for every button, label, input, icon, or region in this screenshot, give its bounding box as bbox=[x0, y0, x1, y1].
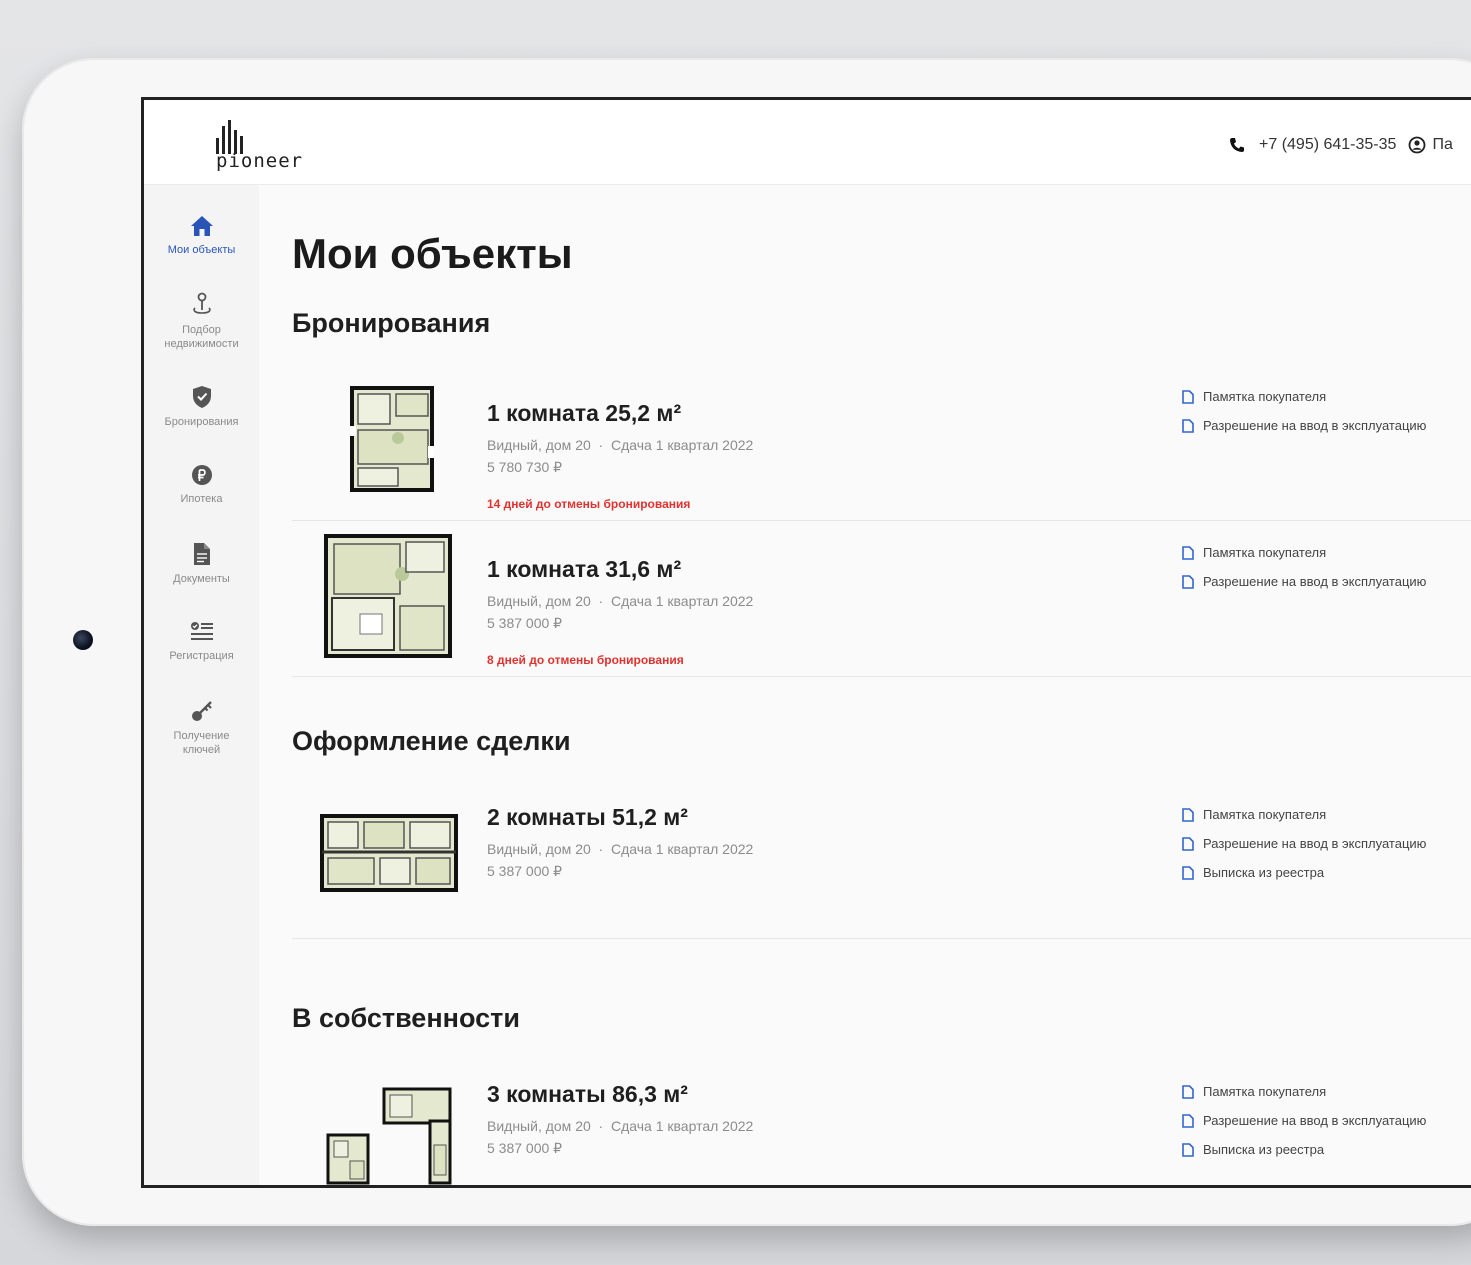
logo-bars-icon bbox=[216, 120, 243, 154]
shield-check-icon bbox=[192, 386, 211, 408]
sidebar-item-my-objects[interactable]: Мои объекты bbox=[144, 215, 259, 257]
doc-link-label: Разрешение на ввод в эксплуатацию bbox=[1203, 574, 1427, 589]
document-icon bbox=[193, 543, 210, 565]
doc-link[interactable]: Разрешение на ввод в эксплуатацию bbox=[1182, 1106, 1426, 1135]
property-project: Видный, дом 20 bbox=[487, 437, 591, 453]
doc-link[interactable]: Памятка покупателя bbox=[1182, 538, 1426, 567]
floor-plan-image bbox=[350, 386, 434, 492]
sidebar-item-label: Бронирования bbox=[164, 416, 239, 428]
file-icon bbox=[1182, 836, 1194, 851]
sidebar-item-label: Ипотека bbox=[180, 493, 223, 505]
file-icon bbox=[1182, 574, 1194, 589]
app-screen: pioneer +7 (495) 641-35-35 Па Мои объект… bbox=[141, 97, 1471, 1188]
doc-link-label: Выписка из реестра bbox=[1203, 1142, 1325, 1157]
property-project: Видный, дом 20 bbox=[487, 841, 591, 857]
booking-warning: 8 дней до отмены бронирования bbox=[487, 653, 684, 667]
sidebar-item-documents[interactable]: Документы bbox=[144, 542, 259, 586]
property-meta: Видный, дом 20 · Сдача 1 квартал 2022 bbox=[487, 841, 753, 857]
doc-link[interactable]: Выписка из реестра bbox=[1182, 1135, 1426, 1164]
sidebar-item-keys[interactable]: Получение ключей bbox=[144, 699, 259, 757]
section-title-owned: В собственности bbox=[292, 1003, 520, 1033]
doc-link[interactable]: Выписка из реестра bbox=[1182, 858, 1426, 887]
property-delivery: Сдача 1 квартал 2022 bbox=[611, 841, 754, 857]
doc-link-label: Памятка покупателя bbox=[1203, 1084, 1327, 1099]
file-icon bbox=[1182, 545, 1194, 560]
tablet-camera bbox=[73, 630, 93, 650]
sidebar-item-label: Подбор недвижимости bbox=[164, 324, 239, 350]
file-icon bbox=[1182, 1113, 1194, 1128]
divider bbox=[292, 676, 1471, 677]
doc-link-label: Разрешение на ввод в эксплуатацию bbox=[1203, 836, 1427, 851]
sidebar-item-bookings[interactable]: Бронирования bbox=[144, 385, 259, 429]
divider bbox=[292, 520, 1471, 521]
property-title[interactable]: 3 комнаты 86,3 м² bbox=[487, 1081, 688, 1108]
section-title-deal: Оформление сделки bbox=[292, 726, 571, 756]
property-delivery: Сдача 1 квартал 2022 bbox=[611, 437, 754, 453]
property-title[interactable]: 1 комната 31,6 м² bbox=[487, 556, 681, 583]
sidebar-item-label: Получение ключей bbox=[173, 730, 230, 756]
sidebar-item-label: Мои объекты bbox=[167, 244, 236, 256]
property-project: Видный, дом 20 bbox=[487, 593, 591, 609]
page-title: Мои объекты bbox=[292, 230, 573, 277]
floor-plan-image bbox=[320, 814, 458, 892]
file-icon bbox=[1182, 865, 1194, 880]
home-icon bbox=[190, 216, 213, 236]
property-price: 5 387 000 ₽ bbox=[487, 863, 563, 879]
property-price: 5 387 000 ₽ bbox=[487, 1140, 563, 1156]
doc-link[interactable]: Памятка покупателя bbox=[1182, 382, 1426, 411]
sidebar-item-label: Документы bbox=[173, 573, 230, 585]
sidebar: Мои объекты Подбор недвижимости Брониров… bbox=[144, 185, 259, 1185]
property-price: 5 387 000 ₽ bbox=[487, 615, 563, 631]
doc-link-label: Памятка покупателя bbox=[1203, 807, 1327, 822]
property-meta: Видный, дом 20 · Сдача 1 квартал 2022 bbox=[487, 593, 753, 609]
meta-separator: · bbox=[594, 1118, 608, 1134]
key-icon bbox=[191, 701, 212, 721]
file-icon bbox=[1182, 807, 1194, 822]
file-icon bbox=[1182, 418, 1194, 433]
property-meta: Видный, дом 20 · Сдача 1 квартал 2022 bbox=[487, 1118, 753, 1134]
doc-link[interactable]: Разрешение на ввод в эксплуатацию bbox=[1182, 829, 1426, 858]
logo-wordmark: pioneer bbox=[216, 150, 304, 172]
doc-link-label: Выписка из реестра bbox=[1203, 865, 1325, 880]
meta-separator: · bbox=[594, 841, 608, 857]
doc-link-label: Разрешение на ввод в эксплуатацию bbox=[1203, 1113, 1427, 1128]
property-delivery: Сдача 1 квартал 2022 bbox=[611, 593, 754, 609]
location-pin-icon bbox=[192, 292, 211, 314]
property-price: 5 780 730 ₽ bbox=[487, 459, 563, 475]
sidebar-item-registration[interactable]: Регистрация bbox=[144, 621, 259, 663]
file-icon bbox=[1182, 1084, 1194, 1099]
doc-link-label: Памятка покупателя bbox=[1203, 545, 1327, 560]
floor-plan-image bbox=[326, 1087, 452, 1185]
property-delivery: Сдача 1 квартал 2022 bbox=[611, 1118, 754, 1134]
doc-link-label: Разрешение на ввод в эксплуатацию bbox=[1203, 418, 1427, 433]
document-links: Памятка покупателя Разрешение на ввод в … bbox=[1182, 1077, 1426, 1164]
main-content: Мои объекты Бронирования 1 комната 25,2 … bbox=[292, 100, 1471, 1185]
checklist-icon bbox=[190, 622, 213, 640]
sidebar-item-property-search[interactable]: Подбор недвижимости bbox=[144, 291, 259, 351]
meta-separator: · bbox=[594, 593, 608, 609]
sidebar-item-label: Регистрация bbox=[169, 650, 234, 662]
document-links: Памятка покупателя Разрешение на ввод в … bbox=[1182, 800, 1426, 887]
property-title[interactable]: 1 комната 25,2 м² bbox=[487, 400, 681, 427]
doc-link[interactable]: Памятка покупателя bbox=[1182, 1077, 1426, 1106]
property-title[interactable]: 2 комнаты 51,2 м² bbox=[487, 804, 688, 831]
property-project: Видный, дом 20 bbox=[487, 1118, 591, 1134]
file-icon bbox=[1182, 1142, 1194, 1157]
document-links: Памятка покупателя Разрешение на ввод в … bbox=[1182, 382, 1426, 440]
meta-separator: · bbox=[594, 437, 608, 453]
sidebar-item-mortgage[interactable]: Ипотека bbox=[144, 464, 259, 506]
divider bbox=[292, 938, 1471, 939]
property-meta: Видный, дом 20 · Сдача 1 квартал 2022 bbox=[487, 437, 753, 453]
ruble-coin-icon bbox=[191, 465, 212, 485]
doc-link[interactable]: Памятка покупателя bbox=[1182, 800, 1426, 829]
section-title-bookings: Бронирования bbox=[292, 308, 491, 338]
doc-link-label: Памятка покупателя bbox=[1203, 389, 1327, 404]
doc-link[interactable]: Разрешение на ввод в эксплуатацию bbox=[1182, 567, 1426, 596]
doc-link[interactable]: Разрешение на ввод в эксплуатацию bbox=[1182, 411, 1426, 440]
file-icon bbox=[1182, 389, 1194, 404]
document-links: Памятка покупателя Разрешение на ввод в … bbox=[1182, 538, 1426, 596]
booking-warning: 14 дней до отмены бронирования bbox=[487, 497, 691, 511]
floor-plan-image bbox=[324, 534, 452, 658]
